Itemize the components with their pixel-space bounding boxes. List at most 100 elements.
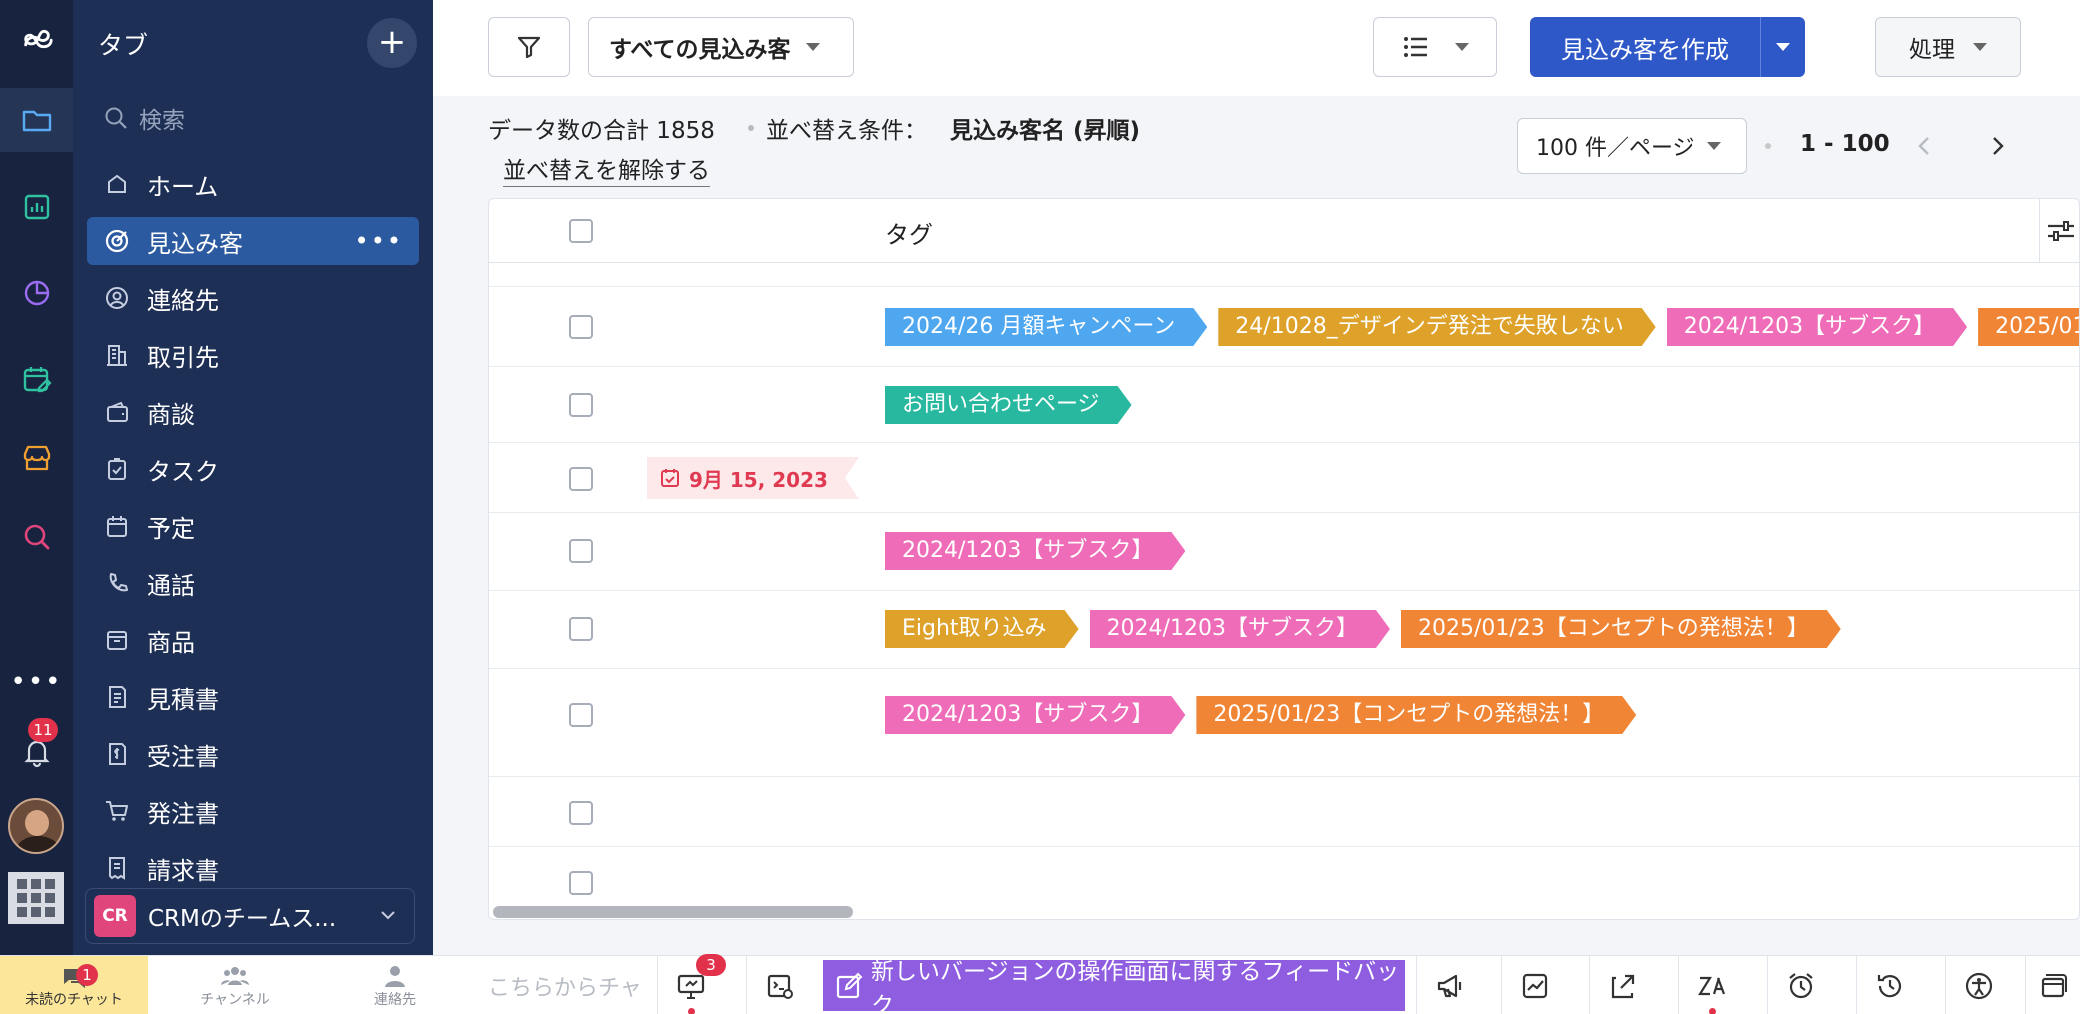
- sidebar-item-deals[interactable]: 商談: [87, 388, 419, 436]
- caret-down-icon: [1706, 142, 1721, 150]
- tag-chip[interactable]: 2025/01/23【コンセプトの発想法！】: [1196, 696, 1636, 734]
- tag-chip[interactable]: 2025/01/23【コンセプトの発想法！】: [1401, 610, 1841, 648]
- script-button[interactable]: [746, 956, 812, 1014]
- table-row[interactable]: 2024/1203【サブスク】: [489, 513, 2079, 591]
- chat-input[interactable]: こちらからチャ: [470, 956, 648, 1014]
- horizontal-scrollbar[interactable]: [493, 906, 853, 918]
- team-switcher[interactable]: CR CRMのチームス...: [85, 888, 415, 944]
- channel-tab[interactable]: チャンネル: [160, 956, 310, 1014]
- rail-modules[interactable]: [0, 88, 73, 152]
- page-size-select[interactable]: 100 件／ページ: [1517, 118, 1747, 174]
- status-dot: [688, 1008, 695, 1014]
- team-badge: CR: [94, 895, 136, 937]
- more-options-icon[interactable]: •••: [355, 227, 403, 255]
- accessibility-button[interactable]: [1945, 956, 2011, 1014]
- reminder-button[interactable]: [1767, 956, 1833, 1014]
- due-date-chip[interactable]: 9月 15, 2023: [647, 457, 859, 499]
- table-row[interactable]: 2024/1203【サブスク】 2025/01/23【コンセプトの発想法！】: [489, 669, 2079, 777]
- rail-more[interactable]: •••: [0, 650, 73, 714]
- column-settings-button[interactable]: [2039, 199, 2079, 263]
- analytics-button[interactable]: [1501, 956, 1567, 1014]
- rail-search[interactable]: [0, 505, 73, 569]
- row-checkbox[interactable]: [569, 617, 593, 641]
- sidebar-item-leads[interactable]: 見込み客 •••: [87, 217, 419, 265]
- accessibility-icon: [1965, 972, 1992, 999]
- row-checkbox[interactable]: [569, 539, 593, 563]
- tag-chip[interactable]: 2024/1203【サブスク】: [885, 696, 1185, 734]
- rail-activities[interactable]: [0, 347, 73, 411]
- sidebar-item-events[interactable]: 予定: [87, 502, 419, 550]
- search-icon: [24, 524, 49, 550]
- row-checkbox[interactable]: [569, 801, 593, 825]
- rail-notifications[interactable]: 11: [0, 718, 73, 784]
- sidebar-item-accounts[interactable]: 取引先: [87, 331, 419, 379]
- sidebar-item-home[interactable]: ホーム: [87, 160, 419, 208]
- zia-icon: [1697, 976, 1725, 995]
- column-header-tag[interactable]: タグ: [885, 215, 933, 250]
- tag-chip[interactable]: 24/1028_デザインデ発注で失敗しない: [1218, 308, 1655, 346]
- history-button[interactable]: [1856, 956, 1922, 1014]
- tag-chip[interactable]: Eight取り込み: [885, 610, 1079, 648]
- unread-chat-tab[interactable]: 未読のチャット 1: [0, 956, 148, 1014]
- tag-chip[interactable]: 2024/26 月額キャンペーン: [885, 308, 1207, 346]
- apps-grid-icon[interactable]: [8, 872, 64, 924]
- share-button[interactable]: [1589, 956, 1655, 1014]
- table-row[interactable]: お問い合わせページ: [489, 367, 2079, 443]
- tag-list: Eight取り込み 2024/1203【サブスク】 2025/01/23【コンセ…: [885, 610, 1852, 648]
- announcement-button[interactable]: [1416, 956, 1482, 1014]
- rail-reports[interactable]: [0, 175, 73, 239]
- row-checkbox[interactable]: [569, 467, 593, 491]
- phone-icon: [109, 573, 128, 592]
- sidebar-item-quotes[interactable]: 見積書: [87, 673, 419, 721]
- table-row[interactable]: Eight取り込み 2024/1203【サブスク】 2025/01/23【コンセ…: [489, 591, 2079, 669]
- sidebar-item-purchase-orders[interactable]: 発注書: [87, 787, 419, 835]
- group-icon: [221, 966, 249, 985]
- table-row[interactable]: 2024/26 月額キャンペーン 24/1028_デザインデ発注で失敗しない 2…: [489, 287, 2080, 367]
- contacts-tab[interactable]: 連絡先: [320, 956, 470, 1014]
- select-all-checkbox[interactable]: [569, 219, 593, 243]
- sidebar-item-invoices[interactable]: 請求書: [87, 844, 419, 892]
- calendar-check-icon: [659, 467, 681, 489]
- table-row[interactable]: 9月 15, 2023: [489, 443, 2079, 513]
- tag-chip[interactable]: 2025/01/23【コンセプトの発想法！】: [1978, 308, 2080, 346]
- tag-chip[interactable]: 2024/1203【サブスク】: [1090, 610, 1390, 648]
- dot-separator: [1765, 143, 1771, 149]
- table-row[interactable]: [489, 777, 2079, 847]
- panel-button[interactable]: [2025, 956, 2080, 1014]
- screen-share-button[interactable]: 3: [657, 954, 726, 1014]
- feedback-banner[interactable]: 新しいバージョンの操作画面に関するフィードバック: [823, 959, 1405, 1014]
- list-view-button[interactable]: [1373, 17, 1497, 77]
- tag-chip[interactable]: 2024/1203【サブスク】: [885, 532, 1185, 570]
- user-avatar[interactable]: [8, 798, 64, 854]
- sidebar-item-calls[interactable]: 通話: [87, 559, 419, 607]
- add-tab-button[interactable]: +: [367, 18, 417, 68]
- row-checkbox[interactable]: [569, 315, 593, 339]
- folder-icon: [22, 110, 51, 132]
- pie-chart-icon: [24, 280, 49, 306]
- view-select[interactable]: すべての見込み客: [588, 17, 854, 77]
- actions-button[interactable]: 処理: [1875, 17, 2021, 77]
- row-checkbox[interactable]: [569, 871, 593, 895]
- sidebar-search[interactable]: 検索: [103, 98, 185, 138]
- app-logo[interactable]: [0, 10, 73, 74]
- rail-analytics[interactable]: [0, 261, 73, 325]
- sidebar-item-contacts[interactable]: 連絡先: [87, 274, 419, 322]
- next-page-icon[interactable]: [1985, 132, 2009, 160]
- row-checkbox[interactable]: [569, 703, 593, 727]
- create-lead-button[interactable]: 見込み客を作成: [1530, 17, 1805, 77]
- sidebar-item-products[interactable]: 商品: [87, 616, 419, 664]
- filter-button[interactable]: [488, 17, 570, 77]
- create-options-dropdown[interactable]: [1761, 43, 1805, 51]
- zia-button[interactable]: [1678, 956, 1744, 1014]
- clear-sort-link[interactable]: 並べ替えを解除する: [503, 151, 710, 187]
- calendar-edit-icon: [23, 367, 52, 393]
- tag-chip[interactable]: 2024/1203【サブスク】: [1667, 308, 1967, 346]
- rail-marketplace[interactable]: [0, 426, 73, 490]
- tag-chip[interactable]: お問い合わせページ: [885, 386, 1132, 424]
- prev-page-icon[interactable]: [1913, 132, 1937, 160]
- contact-icon: [106, 287, 128, 309]
- sidebar-item-tasks[interactable]: タスク: [87, 445, 419, 493]
- row-checkbox[interactable]: [569, 393, 593, 417]
- table-row[interactable]: [489, 847, 2079, 907]
- sidebar-item-sales-orders[interactable]: 受注書: [87, 730, 419, 778]
